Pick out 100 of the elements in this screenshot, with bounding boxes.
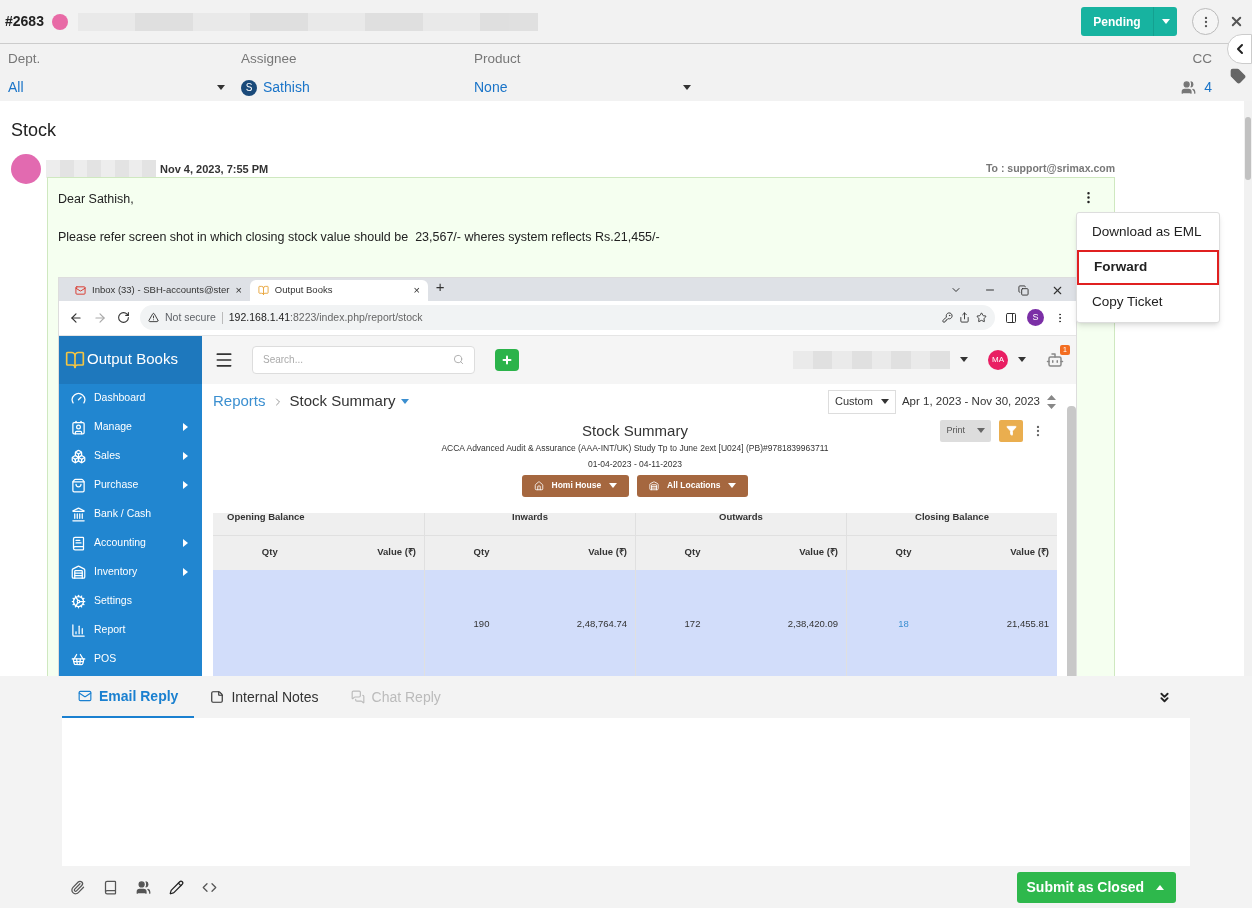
sidebar-item[interactable]: Manage <box>59 412 202 442</box>
boxes-icon <box>71 448 86 464</box>
sidebar-item[interactable]: Accounting <box>59 528 202 558</box>
browser-tab[interactable]: Output Books × <box>249 279 428 301</box>
chat-icon <box>350 690 365 704</box>
book-icon[interactable] <box>103 879 118 895</box>
tag-icon[interactable] <box>1230 68 1246 84</box>
mail-icon <box>78 689 92 703</box>
search-icon <box>453 354 464 365</box>
caret-icon <box>1161 19 1170 24</box>
column-header: Value (₹) <box>798 545 838 560</box>
caret-icon <box>683 85 691 91</box>
select-field[interactable]: All <box>8 77 225 99</box>
requester-avatar <box>51 13 68 30</box>
address-bar[interactable]: Not secure 192.168.1.41:8223/index.php/report/stock <box>140 305 995 330</box>
share-icon[interactable] <box>959 312 970 323</box>
profile-avatar[interactable]: S <box>1027 309 1044 326</box>
sidebar-item[interactable]: Bank / Cash <box>59 499 202 529</box>
search-field[interactable]: Search... <box>252 345 475 374</box>
caret-icon <box>217 85 225 91</box>
preset-select[interactable]: Custom <box>828 389 896 414</box>
bar-chart-icon <box>71 622 86 638</box>
group-header: Closing Balance <box>914 512 990 524</box>
filter-button[interactable]: All Locations <box>637 474 749 497</box>
book-icon <box>71 535 86 551</box>
ticket-subject: Stock <box>11 119 58 142</box>
submit-button[interactable]: Submit as Closed <box>1016 871 1176 903</box>
menu-item[interactable]: Download as EML <box>1077 215 1219 250</box>
reload-icon[interactable] <box>117 311 130 324</box>
contact-icon <box>71 419 86 435</box>
message-text: Please refer screen shot in which closing stock value should be 23,567/- wheres system reflects Rs.21,455/- <box>58 228 660 246</box>
assignee-field[interactable]: S Sathish <box>241 77 458 99</box>
select-field[interactable]: None <box>474 77 691 99</box>
logo-icon <box>65 349 85 370</box>
field-label: Dept. <box>8 50 42 68</box>
plus-icon <box>501 353 513 366</box>
basket-icon <box>71 651 86 667</box>
ticket-number: #2683 <box>5 12 44 31</box>
key-icon[interactable] <box>942 312 953 323</box>
sidebar-item[interactable]: Purchase <box>59 470 202 500</box>
submenu-caret-icon <box>183 539 188 547</box>
cc-count[interactable]: 4 <box>1181 77 1212 99</box>
submenu-caret-icon <box>183 568 188 576</box>
scrollbar[interactable] <box>1245 117 1251 180</box>
close-icon[interactable] <box>1229 14 1244 29</box>
sidebar-item[interactable]: Report <box>59 615 202 645</box>
column-header: Qty <box>472 545 491 560</box>
sidebar-item[interactable]: Dashboard <box>59 383 202 413</box>
submenu-caret-icon <box>183 481 188 489</box>
bag-icon <box>71 477 86 493</box>
users-icon[interactable] <box>136 879 151 895</box>
side-panel-icon[interactable] <box>1005 311 1017 324</box>
group-header: Outwards <box>718 512 764 524</box>
sidebar-item[interactable]: Inventory <box>59 557 202 587</box>
sidebar-item[interactable]: Sales <box>59 441 202 471</box>
status-button[interactable]: Pending <box>1081 7 1177 36</box>
pencil-icon[interactable] <box>169 879 184 895</box>
table-cell[interactable]: 18 <box>855 617 952 632</box>
report-period: 01-04-2023 - 04-11-2023 <box>588 457 682 471</box>
reply-tab[interactable]: Internal Notes <box>194 676 335 718</box>
table-cell-text: 2,38,420.09 <box>786 617 838 632</box>
back-icon[interactable] <box>69 310 83 325</box>
message-date: Nov 4, 2023, 7:55 PM <box>160 161 269 177</box>
brand-name: Output Books <box>87 349 178 370</box>
restore-icon[interactable] <box>1018 284 1029 296</box>
filter-button[interactable]: Homi House <box>521 474 630 497</box>
user-avatar[interactable]: MA <box>988 349 1008 370</box>
url-text: 192.168.1.41:8223/index.php/report/stock <box>228 309 423 325</box>
breadcrumb-link[interactable]: Reports <box>213 390 266 413</box>
new-tab-button[interactable]: + <box>435 276 445 299</box>
message-text: Dear Sathish, <box>58 191 134 208</box>
scrollbar[interactable] <box>1067 405 1076 676</box>
bank-icon <box>71 506 86 522</box>
funnel-icon <box>1005 425 1017 436</box>
print-button[interactable]: Print <box>940 419 991 442</box>
add-button[interactable] <box>495 348 519 371</box>
robot-icon[interactable] <box>1046 350 1064 369</box>
gears-icon <box>71 593 86 609</box>
gauge-icon <box>71 390 86 406</box>
group-header: Inwards <box>511 512 549 524</box>
menu-item[interactable]: Copy Ticket <box>1077 285 1219 320</box>
caret-icon <box>609 483 618 488</box>
sidebar-item[interactable]: POS <box>59 644 202 674</box>
attachment-icon[interactable] <box>70 879 85 895</box>
menu-item[interactable]: Forward <box>1077 250 1219 285</box>
star-icon[interactable] <box>976 312 987 323</box>
caret-icon <box>960 357 968 362</box>
sidebar-item[interactable]: Settings <box>59 586 202 616</box>
date-range: Apr 1, 2023 - Nov 30, 2023 <box>901 393 1040 409</box>
column-header: Qty <box>683 545 702 560</box>
field-label: CC <box>1192 50 1212 68</box>
warning-icon <box>148 312 159 323</box>
group-header: Opening Balance <box>226 512 306 524</box>
report-title: Stock Summary <box>582 420 688 441</box>
close-tab-button[interactable]: × <box>413 281 420 299</box>
caret-icon <box>1156 884 1164 890</box>
house-icon <box>533 480 544 491</box>
column-header: Value (₹) <box>1009 545 1049 560</box>
mail-icon <box>75 284 86 296</box>
close-tab-button[interactable]: × <box>235 281 242 299</box>
